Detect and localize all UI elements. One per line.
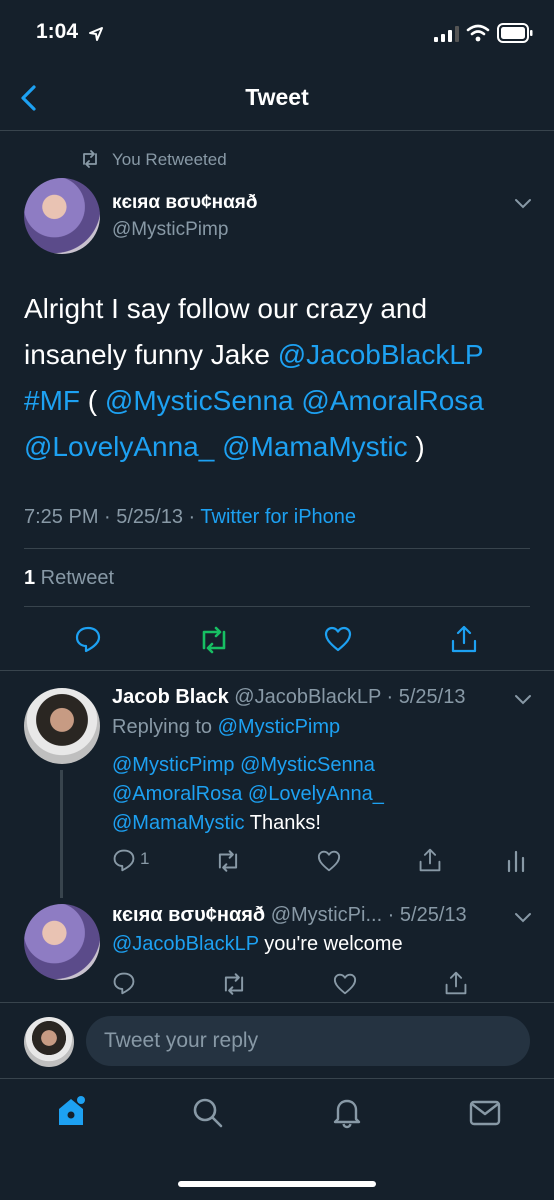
divider bbox=[0, 130, 554, 131]
avatar[interactable] bbox=[24, 688, 100, 764]
analytics-icon[interactable] bbox=[506, 849, 526, 873]
retweet-icon[interactable] bbox=[198, 626, 230, 654]
tweet-header: кєιяα вσυ¢нαяð @MysticPi... · 5/25/13 bbox=[112, 904, 467, 927]
replying-to-handle[interactable]: @MysticPimp bbox=[218, 716, 341, 738]
mention-link[interactable]: @LovelyAnna_ bbox=[24, 431, 214, 462]
home-icon[interactable] bbox=[54, 1094, 88, 1128]
tweet-text-segment: ) bbox=[407, 431, 425, 462]
handle-date: @MysticPi... · 5/25/13 bbox=[270, 904, 467, 926]
handle-date: @JacobBlackLP · 5/25/13 bbox=[234, 686, 466, 708]
mail-icon[interactable] bbox=[468, 1098, 502, 1128]
mention-link[interactable]: @JacobBlackLP bbox=[112, 933, 259, 955]
tweet-meta: 7:25 PM · 5/25/13 · Twitter for iPhone bbox=[24, 506, 356, 529]
tweet-text-segment: Thanks! bbox=[244, 812, 321, 834]
wifi-icon bbox=[466, 24, 490, 42]
tweet-text-segment: insanely funny Jake bbox=[24, 339, 278, 370]
share-icon[interactable] bbox=[444, 970, 468, 996]
divider bbox=[0, 670, 554, 671]
reply-icon[interactable] bbox=[112, 848, 136, 872]
page-title: Tweet bbox=[245, 84, 309, 110]
display-name[interactable]: кєιяα вσυ¢нαяð bbox=[112, 192, 257, 214]
mention-link[interactable]: @MamaMystic bbox=[112, 812, 245, 834]
chevron-down-icon[interactable] bbox=[513, 196, 533, 210]
divider bbox=[0, 1002, 554, 1003]
reply-icon[interactable] bbox=[112, 971, 136, 995]
reply-icon[interactable] bbox=[74, 625, 102, 653]
tweet-text-segment: Alright I say follow our crazy and bbox=[24, 293, 428, 324]
user-handle[interactable]: @MysticPimp bbox=[112, 219, 228, 241]
signal-icon bbox=[434, 26, 459, 42]
replying-to-label: Replying to bbox=[112, 716, 218, 738]
share-icon[interactable] bbox=[450, 624, 478, 654]
tweet-source-link[interactable]: Twitter for iPhone bbox=[200, 506, 356, 528]
mention-link[interactable]: @AmoralRosa bbox=[112, 783, 242, 805]
mention-link[interactable]: @MamaMystic bbox=[222, 431, 408, 462]
text-line: Alright I say follow our crazy and bbox=[24, 286, 484, 332]
mention-link[interactable]: @LovelyAnna_ bbox=[248, 783, 384, 805]
reply-text: you're welcome bbox=[258, 933, 403, 955]
retweet-note: You Retweeted bbox=[112, 150, 227, 169]
tweet-text: Alright I say follow our crazy and insane… bbox=[24, 286, 484, 470]
divider bbox=[0, 1078, 554, 1079]
text-line: insanely funny Jake @JacobBlackLP bbox=[24, 332, 484, 378]
retweet-count-label: Retweet bbox=[35, 567, 115, 589]
mention-link[interactable]: @AmoralRosa bbox=[301, 385, 483, 416]
retweet-small-icon bbox=[83, 150, 97, 168]
battery-icon bbox=[497, 23, 533, 43]
thread-line bbox=[60, 770, 63, 898]
mention-link[interactable]: @MysticSenna bbox=[105, 385, 294, 416]
reply-input[interactable]: Tweet your reply bbox=[86, 1016, 530, 1066]
home-indicator bbox=[178, 1181, 376, 1187]
text-line: @MamaMystic Thanks! bbox=[112, 809, 384, 838]
location-arrow-icon bbox=[89, 27, 103, 41]
bell-icon[interactable] bbox=[330, 1095, 364, 1129]
tweet-text-segment bbox=[214, 431, 222, 462]
divider bbox=[24, 548, 530, 549]
display-name[interactable]: кєιяα вσυ¢нαяð bbox=[112, 904, 265, 926]
divider bbox=[24, 606, 530, 607]
like-icon[interactable] bbox=[324, 626, 352, 652]
retweet-icon[interactable] bbox=[215, 849, 241, 873]
avatar bbox=[24, 1017, 74, 1067]
avatar[interactable] bbox=[24, 904, 100, 980]
chevron-down-icon[interactable] bbox=[513, 692, 533, 706]
replying-to: Replying to @MysticPimp bbox=[112, 716, 340, 739]
like-icon[interactable] bbox=[317, 850, 341, 872]
text-line: @MysticPimp @MysticSenna bbox=[112, 751, 384, 780]
status-time: 1:04 bbox=[36, 20, 79, 43]
mention-link[interactable]: @MysticPimp bbox=[112, 754, 235, 776]
display-name[interactable]: Jacob Black bbox=[112, 686, 229, 708]
reply-body: @MysticPimp @MysticSenna @AmoralRosa @Lov… bbox=[112, 751, 384, 838]
chevron-down-icon[interactable] bbox=[513, 910, 533, 924]
mention-link[interactable]: #MF bbox=[24, 385, 80, 416]
share-icon[interactable] bbox=[418, 847, 442, 873]
like-icon[interactable] bbox=[333, 973, 357, 995]
tweet-header: Jacob Black @JacobBlackLP · 5/25/13 bbox=[112, 686, 465, 709]
search-icon[interactable] bbox=[191, 1096, 225, 1130]
reply-body: @JacobBlackLP you're welcome bbox=[112, 933, 403, 956]
text-line: @LovelyAnna_ @MamaMystic ) bbox=[24, 424, 484, 470]
tweet-text-segment: ( bbox=[80, 385, 105, 416]
reply-count: 1 bbox=[140, 849, 150, 868]
text-line: #MF ( @MysticSenna @AmoralRosa bbox=[24, 378, 484, 424]
tweet-timestamp: 7:25 PM · 5/25/13 · bbox=[24, 506, 201, 528]
avatar[interactable] bbox=[24, 178, 100, 254]
retweet-stats[interactable]: 1 Retweet bbox=[24, 567, 114, 590]
reply-input-placeholder: Tweet your reply bbox=[104, 1029, 259, 1052]
mention-link[interactable]: @MysticSenna bbox=[240, 754, 375, 776]
mention-link[interactable]: @JacobBlackLP bbox=[278, 339, 484, 370]
retweet-count: 1 bbox=[24, 567, 36, 589]
retweet-icon[interactable] bbox=[221, 972, 247, 996]
text-line: @AmoralRosa @LovelyAnna_ bbox=[112, 780, 384, 809]
